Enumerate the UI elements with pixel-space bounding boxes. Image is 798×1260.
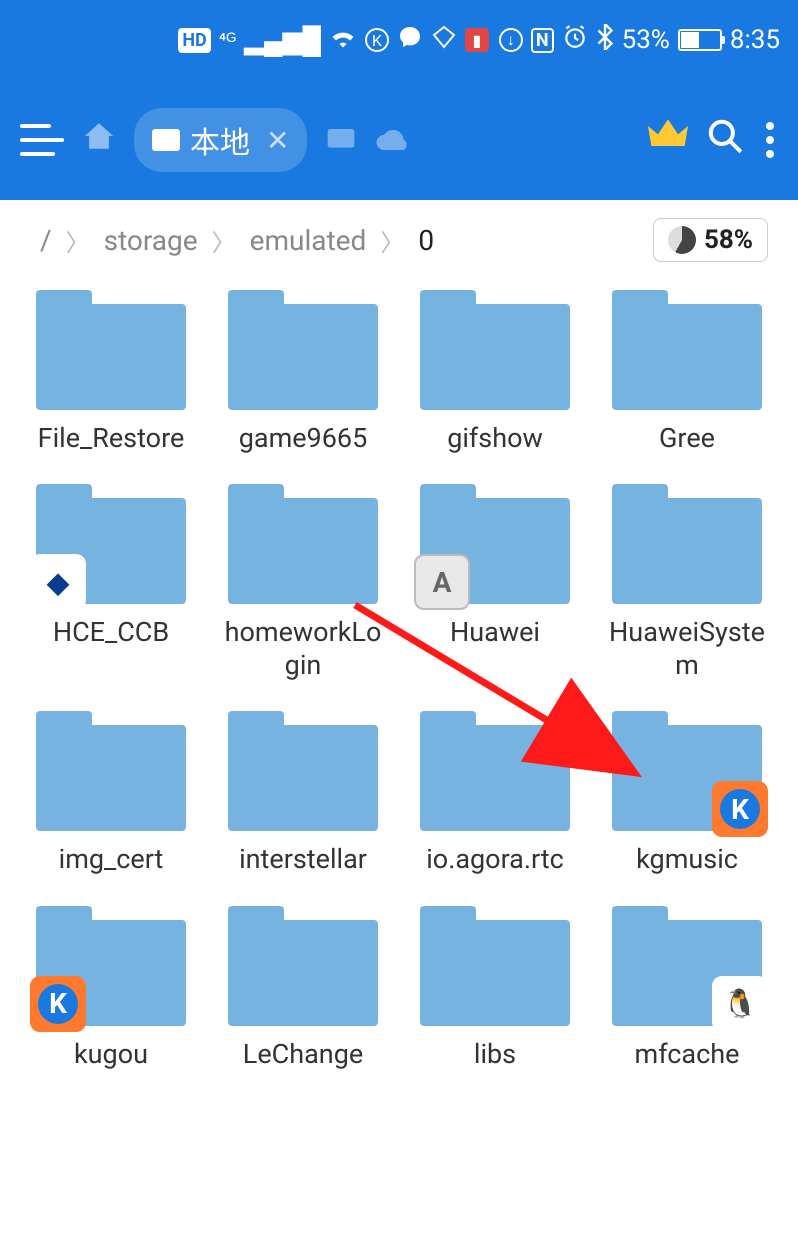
folder-app-badge: K bbox=[712, 781, 768, 837]
signal-bars-icon: ▂▄▆█ bbox=[244, 25, 321, 56]
folder-item[interactable]: ◆ HCE_CCB bbox=[20, 484, 202, 681]
menu-button[interactable] bbox=[20, 124, 64, 156]
book-app-icon: ▮ bbox=[465, 28, 489, 52]
folder-app-badge: 🐧 bbox=[712, 976, 768, 1032]
hd-indicator: HD bbox=[178, 28, 210, 53]
folder-icon bbox=[612, 484, 762, 604]
folder-item[interactable]: Kkgmusic bbox=[596, 711, 778, 875]
folder-item[interactable]: homeworkLogin bbox=[212, 484, 394, 681]
sd-card-icon bbox=[152, 129, 180, 151]
crown-icon[interactable] bbox=[648, 119, 688, 162]
folder-item[interactable]: libs bbox=[404, 906, 586, 1070]
folder-item[interactable]: A Huawei bbox=[404, 484, 586, 681]
crumb-root[interactable]: / bbox=[40, 224, 52, 257]
bluetooth-icon bbox=[596, 24, 614, 57]
battery-percent: 53% bbox=[622, 25, 670, 55]
folder-item[interactable]: gifshow bbox=[404, 290, 586, 454]
download-circle-icon: ↓ bbox=[499, 28, 523, 52]
crumb-emulated[interactable]: emulated bbox=[250, 224, 367, 257]
folder-label: homeworkLogin bbox=[218, 616, 388, 681]
folder-label: HuaweiSystem bbox=[602, 616, 772, 681]
library-icon[interactable] bbox=[325, 121, 357, 159]
folder-label: interstellar bbox=[239, 843, 367, 875]
nfc-icon: N bbox=[531, 28, 554, 53]
folder-item[interactable]: HuaweiSystem bbox=[596, 484, 778, 681]
folder-label: gifshow bbox=[447, 422, 543, 454]
clock: 8:35 bbox=[730, 25, 780, 55]
folder-item[interactable]: 🐧 mfcache bbox=[596, 906, 778, 1070]
folder-icon: K bbox=[612, 711, 762, 831]
folder-grid: File_Restore game9665 gifshow Gree ◆ HCE_CCB h… bbox=[0, 280, 798, 1080]
crumb-current: 0 bbox=[418, 224, 434, 257]
folder-app-badge: ◆ bbox=[30, 554, 86, 610]
folder-app-badge: A bbox=[414, 554, 470, 610]
chevron-right-icon: 〉 bbox=[212, 223, 236, 258]
folder-icon bbox=[420, 711, 570, 831]
folder-icon: A bbox=[420, 484, 570, 604]
folder-item[interactable]: LeChange bbox=[212, 906, 394, 1070]
folder-label: game9665 bbox=[239, 422, 368, 454]
status-bar: HD ⁴ᴳ ▂▄▆█ K ▮ ↓ N 53% 8:35 bbox=[0, 0, 798, 80]
app-toolbar: 本地 ✕ bbox=[0, 80, 798, 200]
folder-item[interactable]: img_cert bbox=[20, 711, 202, 875]
status-icons-right: ↓ N 53% 8:35 bbox=[499, 24, 780, 57]
folder-icon: ◆ bbox=[36, 484, 186, 604]
folder-icon bbox=[228, 711, 378, 831]
storage-percent: 58% bbox=[704, 225, 753, 255]
search-icon[interactable] bbox=[706, 117, 744, 164]
folder-item[interactable]: interstellar bbox=[212, 711, 394, 875]
folder-item[interactable]: File_Restore bbox=[20, 290, 202, 454]
folder-icon bbox=[36, 290, 186, 410]
tab-label: 本地 bbox=[190, 118, 250, 162]
cloud-icon[interactable] bbox=[375, 121, 411, 159]
chevron-right-icon: 〉 bbox=[66, 223, 90, 258]
home-icon[interactable] bbox=[82, 119, 116, 161]
app-circle-k-icon: K bbox=[365, 28, 389, 52]
folder-label: kugou bbox=[74, 1038, 148, 1070]
chat-bubble-icon bbox=[397, 25, 423, 56]
folder-icon bbox=[228, 484, 378, 604]
folder-app-badge: K bbox=[30, 976, 86, 1032]
pie-chart-icon bbox=[668, 226, 696, 254]
folder-label: HCE_CCB bbox=[53, 616, 169, 648]
folder-item[interactable]: io.agora.rtc bbox=[404, 711, 586, 875]
folder-label: kgmusic bbox=[636, 843, 738, 875]
folder-item[interactable]: game9665 bbox=[212, 290, 394, 454]
storage-usage-button[interactable]: 58% bbox=[653, 218, 768, 262]
signal-4g-icon: ⁴ᴳ bbox=[219, 28, 236, 53]
chevron-right-icon: 〉 bbox=[380, 223, 404, 258]
folder-label: io.agora.rtc bbox=[426, 843, 564, 875]
folder-icon: K bbox=[36, 906, 186, 1026]
folder-icon: 🐧 bbox=[612, 906, 762, 1026]
close-tab-icon[interactable]: ✕ bbox=[266, 124, 289, 157]
crumb-storage[interactable]: storage bbox=[104, 224, 198, 257]
breadcrumb: / 〉 storage 〉 emulated 〉 0 58% bbox=[0, 200, 798, 280]
folder-icon bbox=[228, 290, 378, 410]
folder-label: mfcache bbox=[635, 1038, 740, 1070]
folder-icon bbox=[36, 711, 186, 831]
folder-label: Gree bbox=[659, 422, 715, 454]
diamond-icon bbox=[431, 25, 457, 56]
folder-icon bbox=[420, 906, 570, 1026]
folder-item[interactable]: Gree bbox=[596, 290, 778, 454]
folder-label: libs bbox=[474, 1038, 516, 1070]
folder-item[interactable]: Kkugou bbox=[20, 906, 202, 1070]
wifi-icon bbox=[329, 25, 357, 55]
folder-label: img_cert bbox=[59, 843, 164, 875]
folder-label: LeChange bbox=[243, 1038, 363, 1070]
folder-icon bbox=[420, 290, 570, 410]
battery-icon bbox=[678, 29, 722, 51]
alarm-icon bbox=[562, 24, 588, 57]
tab-local[interactable]: 本地 ✕ bbox=[134, 108, 307, 172]
folder-label: Huawei bbox=[450, 616, 540, 648]
more-menu-button[interactable] bbox=[762, 118, 778, 162]
folder-icon bbox=[228, 906, 378, 1026]
folder-icon bbox=[612, 290, 762, 410]
status-icons-left: HD ⁴ᴳ ▂▄▆█ K ▮ bbox=[178, 25, 489, 56]
folder-label: File_Restore bbox=[38, 422, 185, 454]
